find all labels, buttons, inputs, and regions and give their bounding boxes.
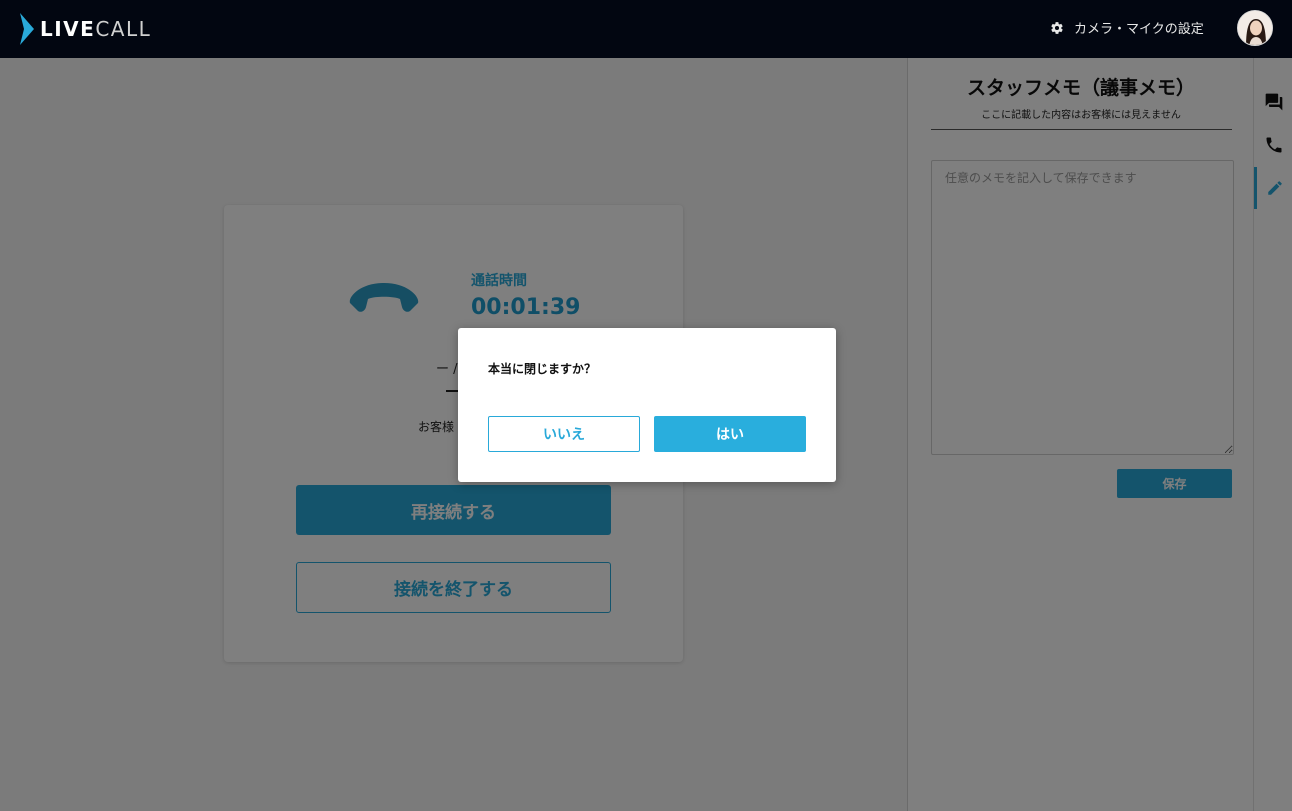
camera-mic-settings-label: カメラ・マイクの設定 bbox=[1074, 22, 1204, 37]
confirm-close-dialog: 本当に閉じますか？ いいえ はい bbox=[458, 328, 836, 482]
dialog-yes-button[interactable]: はい bbox=[654, 416, 806, 452]
app-header: LIVECALL カメラ・マイクの設定 bbox=[0, 0, 1292, 58]
camera-mic-settings-button[interactable]: カメラ・マイクの設定 bbox=[1050, 18, 1204, 37]
avatar-image-icon bbox=[1238, 11, 1272, 45]
logo-text: LIVECALL bbox=[40, 17, 152, 41]
dialog-message: 本当に閉じますか？ bbox=[488, 362, 597, 376]
gear-icon bbox=[1051, 21, 1063, 34]
livecall-logo[interactable]: LIVECALL bbox=[20, 13, 151, 45]
user-avatar[interactable] bbox=[1237, 10, 1273, 46]
logo-mark-icon bbox=[20, 13, 34, 45]
dialog-no-button[interactable]: いいえ bbox=[488, 416, 640, 452]
